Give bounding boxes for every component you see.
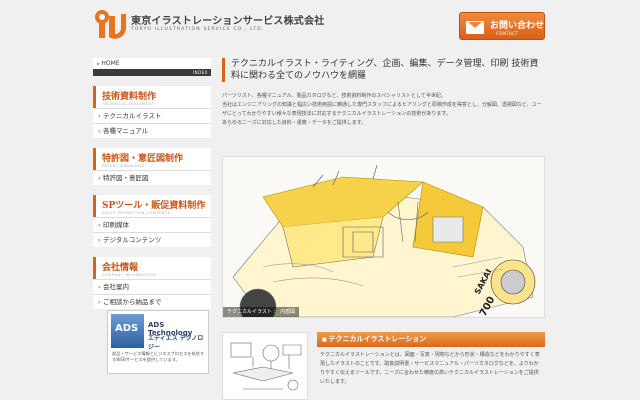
exploded-view-illustration xyxy=(230,342,302,391)
nav-section-subtitle: COMPANY INFORMATION xyxy=(102,273,157,277)
ads-description: 部品・サービス情報とビジネスプロセスを結合するWEBサービスを提供しています。 xyxy=(112,351,205,362)
nav-section-patent: 特許図・意匠図制作 PATENT DRAWINGS 特許図・意匠図 xyxy=(93,148,211,185)
sidebar-item-company-info[interactable]: 会社案内 xyxy=(93,279,211,294)
roller-cutaway-illustration: SAKAI 700 xyxy=(232,164,536,317)
contact-button[interactable]: お問い合わせ CONTACT xyxy=(459,12,545,40)
nav-section-title: SPツール・販促資料制作 xyxy=(102,201,206,211)
home-link[interactable]: HOME xyxy=(93,58,211,69)
technical-illustration-panel: テクニカルイラストレーション テクニカルイラストレーションとは、図面・写真・現物… xyxy=(317,332,545,391)
nav-section-heading[interactable]: 特許図・意匠図制作 PATENT DRAWINGS xyxy=(93,148,211,170)
contact-button-sub: CONTACT xyxy=(496,31,519,36)
nav-section-heading[interactable]: SPツール・販促資料制作 SALES PROMOTION CONTENTS xyxy=(93,195,211,217)
ads-technology-banner[interactable]: ADS ADS Technology エディエス テクノロジー 部品・サービス情… xyxy=(107,310,209,374)
nav-section-company: 会社情報 COMPANY INFORMATION 会社案内 ご相談から納品まで xyxy=(93,257,211,309)
sidebar-item-patent-drawings[interactable]: 特許図・意匠図 xyxy=(93,170,211,185)
index-bar: INDEX xyxy=(93,69,211,76)
sidebar: HOME INDEX 技術資料制作 TECHNICAL DOCUMENT テクニ… xyxy=(93,58,211,309)
lead-heading: テクニカルイラスト・ライティング、企画、編集、データ管理、印刷 技術資料に関わる… xyxy=(222,58,545,82)
company-name: 東京イラストレーションサービス株式会社 xyxy=(131,16,325,27)
contact-button-label: お問い合わせ xyxy=(490,21,545,31)
intro-text: パーツリスト、各種マニュアル、製品カタログなど、技術資料制作のスペシャリストとし… xyxy=(222,92,545,128)
hero-illustration: SAKAI 700 テクニカルイラスト ： 内部図 xyxy=(222,156,545,318)
nav-section-technical: 技術資料制作 TECHNICAL DOCUMENT テクニカルイラスト 各種マニ… xyxy=(93,86,211,138)
sidebar-item-technical-illustration[interactable]: テクニカルイラスト xyxy=(93,108,211,123)
nav-section-title: 技術資料制作 xyxy=(102,92,157,102)
panel-text: テクニカルイラストレーションとは、図面・写真・現物などから形状・構造などをわかり… xyxy=(320,352,540,385)
sidebar-item-manuals[interactable]: 各種マニュアル xyxy=(93,123,211,138)
company-logo[interactable] xyxy=(93,8,127,46)
nav-section-subtitle: TECHNICAL DOCUMENT xyxy=(102,102,155,106)
nav-section-heading[interactable]: 会社情報 COMPANY INFORMATION xyxy=(93,257,211,279)
nav-section-sales: SPツール・販促資料制作 SALES PROMOTION CONTENTS 印刷… xyxy=(93,195,211,247)
nav-section-heading[interactable]: 技術資料制作 TECHNICAL DOCUMENT xyxy=(93,86,211,108)
ads-logo-icon: ADS xyxy=(111,314,144,348)
sidebar-item-digital-contents[interactable]: デジタルコンテンツ xyxy=(93,232,211,247)
panel-heading[interactable]: テクニカルイラストレーション xyxy=(317,332,545,347)
main-content: テクニカルイラスト・ライティング、企画、編集、データ管理、印刷 技術資料に関わる… xyxy=(222,58,545,128)
nav-section-title: 特許図・意匠図制作 xyxy=(102,154,184,164)
ads-logo-text: ADS xyxy=(115,323,139,334)
hero-caption: テクニカルイラスト ： 内部図 xyxy=(223,307,300,317)
nav-section-subtitle: PATENT DRAWINGS xyxy=(102,164,145,168)
ads-subtitle: エディエス テクノロジー xyxy=(148,335,204,351)
sidebar-item-consultation[interactable]: ご相談から納品まで xyxy=(93,294,211,309)
nav-section-subtitle: SALES PROMOTION CONTENTS xyxy=(102,211,171,215)
company-name-en: TOKYO ILLUSTRATION SERVICE CO., LTD. xyxy=(131,27,265,32)
intro-paragraph: 当社はエンジニアリングの知識と幅広い技術用語に精通した専門スタッフによるヒアリン… xyxy=(222,102,542,117)
sidebar-item-print-media[interactable]: 印刷媒体 xyxy=(93,217,211,232)
intro-paragraph: パーツリスト、各種マニュアル、製品カタログなど、技術資料制作のスペシャリストとし… xyxy=(222,93,446,99)
nav-section-title: 会社情報 xyxy=(102,263,139,273)
technical-illustration-thumbnail[interactable] xyxy=(222,332,308,400)
intro-paragraph: あらゆるニーズに対応した資料・書籍・データをご提供します。 xyxy=(222,120,367,126)
envelope-icon xyxy=(466,21,484,34)
